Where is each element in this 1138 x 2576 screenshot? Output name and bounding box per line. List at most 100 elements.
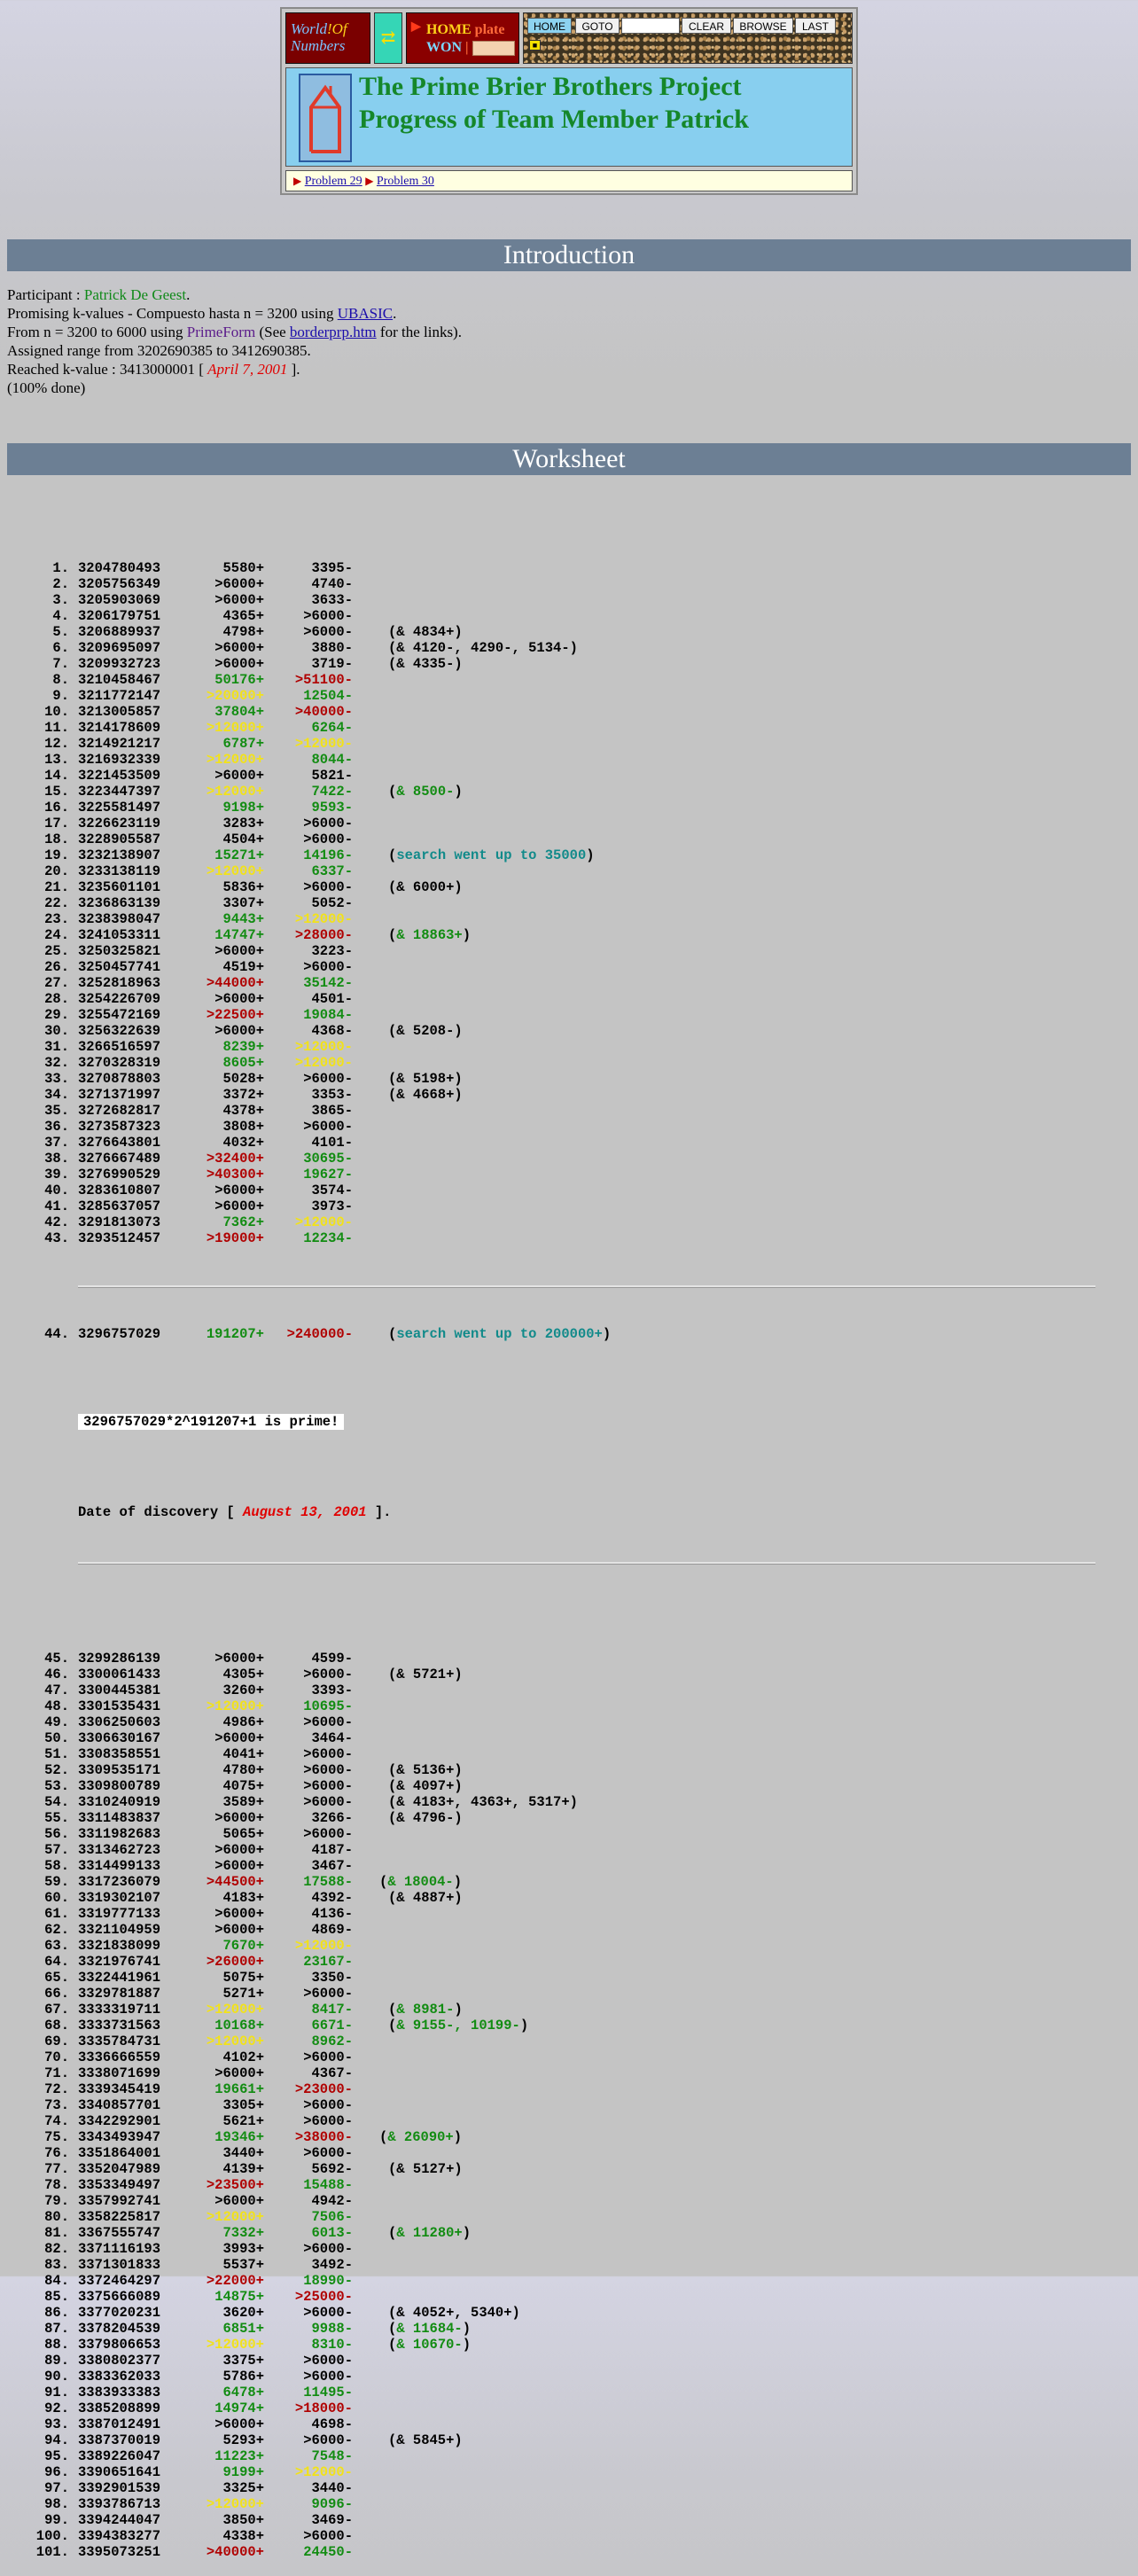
row-number: 72.	[44, 2081, 69, 2097]
row-note: (& 5208-)	[388, 1023, 463, 1039]
table-row: 46. 3300061433 4305+ >6000- (& 5721+)	[0, 1667, 463, 1682]
minus-search-limit: 17588-	[303, 1874, 353, 1890]
k-value: 3232138907	[78, 847, 161, 863]
paren: )	[519, 2018, 529, 2033]
last-button[interactable]: LAST	[795, 18, 836, 34]
k-value: 3306250603	[78, 1714, 161, 1730]
divider	[0, 1278, 1073, 1294]
plus-search-limit: 3260+	[222, 1682, 264, 1698]
worldofnumbers-logo[interactable]: World!Of Numbers	[285, 12, 370, 64]
k-value: 3216932339	[78, 752, 161, 768]
won-input-box[interactable]	[472, 40, 515, 56]
ubasic-link[interactable]: UBASIC	[338, 305, 393, 322]
k-value: 3214921217	[78, 736, 161, 752]
row-number: 61.	[44, 1906, 69, 1922]
plus-search-limit: >26000+	[206, 1954, 264, 1970]
k-value: 3214178609	[78, 720, 161, 736]
minus-search-limit: 3633-	[311, 592, 353, 608]
table-row: 50. 3306630167 >6000+ 3464-	[0, 1730, 353, 1746]
table-row: 41. 3285637057 >6000+ 3973-	[0, 1198, 353, 1214]
row-number: 29.	[44, 1007, 69, 1023]
table-row: 64. 3321976741 >26000+ 23167-	[0, 1954, 353, 1970]
table-row: 85. 3375666089 14875+ >25000-	[0, 2289, 353, 2305]
plus-search-limit: 37804+	[214, 704, 264, 720]
swap-icon[interactable]: ⇄	[374, 12, 402, 64]
paren: )	[462, 2337, 472, 2353]
table-row: 51. 3308358551 4041+ >6000-	[0, 1746, 353, 1762]
row-number: 6.	[52, 640, 69, 656]
table-row: 17. 3226623119 3283+ >6000-	[0, 816, 353, 831]
table-row: 36. 3273587323 3808+ >6000-	[0, 1119, 353, 1135]
table-row: 98. 3393786713 >12000+ 9096-	[0, 2496, 353, 2512]
k-value: 3273587323	[78, 1119, 161, 1135]
row-number: 53.	[44, 1778, 69, 1794]
note-text: & 18004-	[387, 1874, 454, 1890]
k-value: 3392901539	[78, 2480, 161, 2496]
bookmark-icon[interactable]: ■	[529, 40, 541, 51]
k-value: 3213005857	[78, 704, 161, 720]
problem-30-link[interactable]: Problem 30	[377, 175, 434, 188]
row-number: 100.	[35, 2528, 69, 2544]
row-number: 39.	[44, 1167, 69, 1183]
row-number: 41.	[44, 1198, 69, 1214]
problem-29-link[interactable]: Problem 29	[305, 175, 362, 188]
plus-search-limit: 4378+	[222, 1103, 264, 1119]
row-number: 35.	[44, 1103, 69, 1119]
table-row: 78. 3353349497 >23500+ 15488-	[0, 2177, 353, 2193]
minus-search-limit: 8962-	[311, 2033, 353, 2049]
row-note: (& 5198+)	[388, 1071, 463, 1087]
minus-search-limit: >12000-	[294, 2464, 353, 2480]
minus-search-limit: 5692-	[311, 2161, 353, 2177]
row-number: 69.	[44, 2033, 69, 2049]
table-row: 71. 3338071699 >6000+ 4367-	[0, 2065, 353, 2081]
plus-search-limit: 4798+	[222, 624, 264, 640]
table-row: 73. 3340857701 3305+ >6000-	[0, 2097, 353, 2113]
table-row: 10. 3213005857 37804+ >40000-	[0, 704, 353, 720]
table-row: 92. 3385208899 14974+ >18000-	[0, 2400, 353, 2416]
k-value: 3241053311	[78, 927, 161, 943]
goto-input[interactable]	[621, 18, 680, 34]
minus-search-limit: 6264-	[311, 720, 353, 736]
minus-search-limit: >6000-	[303, 879, 353, 895]
house-drawing	[309, 84, 341, 153]
plus-search-limit: >6000+	[214, 1842, 264, 1858]
row-number: 28.	[44, 991, 69, 1007]
k-value: 3311982683	[78, 1826, 161, 1842]
k-value: 3206889937	[78, 624, 161, 640]
minus-search-limit: >240000-	[286, 1326, 353, 1342]
table-row: 7. 3209932723 >6000+ 3719- (& 4335-)	[0, 656, 462, 672]
minus-search-limit: 3973-	[311, 1198, 353, 1214]
row-number: 52.	[44, 1762, 69, 1778]
browse-button[interactable]: BROWSE	[733, 18, 793, 34]
k-value: 3250325821	[78, 943, 161, 959]
k-value: 3252818963	[78, 975, 161, 991]
goto-button[interactable]: GOTO	[575, 18, 620, 34]
plus-search-limit: >6000+	[214, 1810, 264, 1826]
table-row-prime: 44. 3296757029 191207+ >240000- (search went…	[0, 1326, 611, 1342]
k-value: 3266516597	[78, 1039, 161, 1055]
k-value: 3250457741	[78, 959, 161, 975]
home-button[interactable]: HOME	[527, 18, 572, 34]
minus-search-limit: >18000-	[294, 2400, 353, 2416]
clear-button[interactable]: CLEAR	[682, 18, 731, 34]
minus-search-limit: >25000-	[294, 2289, 353, 2305]
minus-search-limit: 18990-	[303, 2273, 353, 2289]
note-text: & 11280+	[396, 2225, 463, 2241]
borderprp-link[interactable]: borderprp.htm	[290, 324, 377, 340]
homeplate-won-banner[interactable]: ▶ HOME plate WON |	[406, 12, 519, 64]
minus-search-limit: >12000-	[294, 1938, 353, 1954]
plus-search-limit: 8605+	[222, 1055, 264, 1071]
k-value: 3317236079	[78, 1874, 161, 1890]
plus-search-limit: 4365+	[222, 608, 264, 624]
table-row: 72. 3339345419 19661+ >23000-	[0, 2081, 353, 2097]
row-number: 87.	[44, 2321, 69, 2337]
page-title: The Prime Brier Brothers Project Progress…	[359, 72, 749, 134]
k-value: 3395073251	[78, 2544, 161, 2560]
k-value: 3299286139	[78, 1651, 161, 1667]
row-number: 68.	[44, 2018, 69, 2033]
minus-search-limit: >6000-	[303, 2049, 353, 2065]
plus-search-limit: >12000+	[206, 2496, 264, 2512]
table-row: 27. 3252818963 >44000+ 35142-	[0, 975, 353, 991]
row-number: 56.	[44, 1826, 69, 1842]
note-text: & 18863+	[396, 927, 463, 943]
